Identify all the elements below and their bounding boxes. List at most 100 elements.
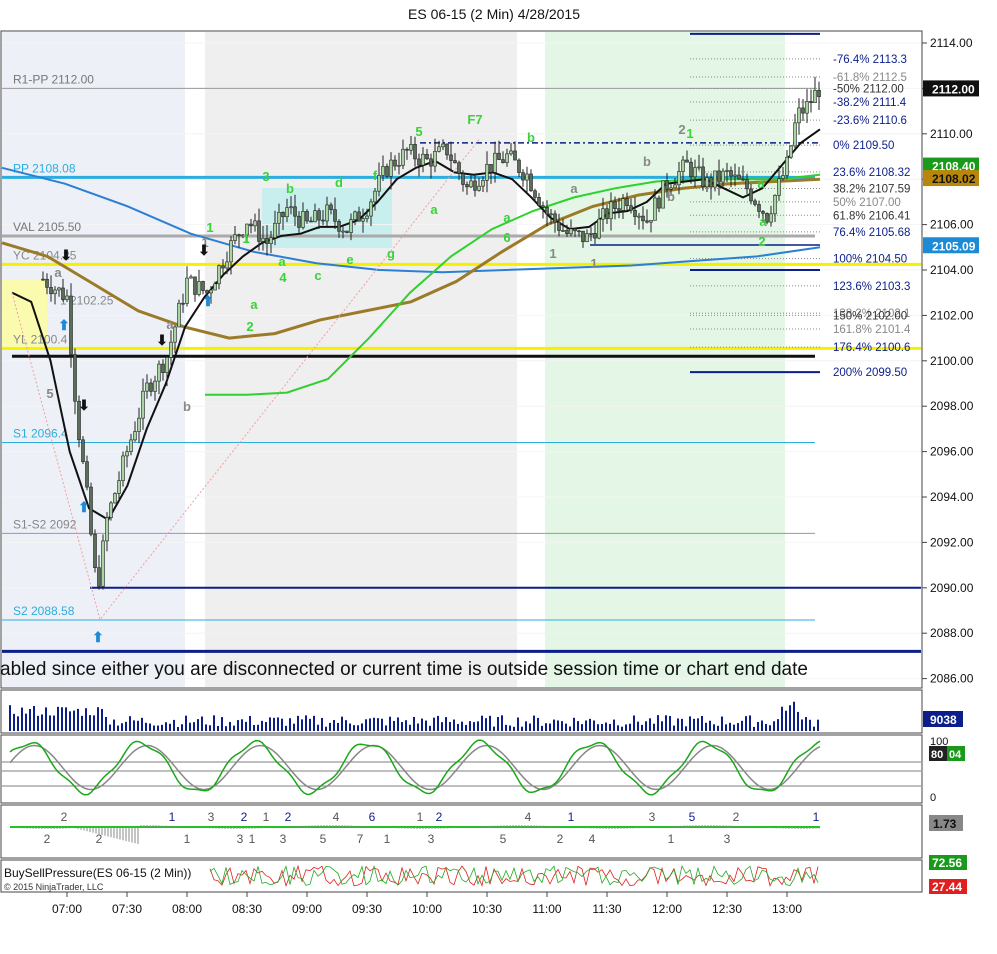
candle-down (449, 154, 453, 161)
candle-up (369, 201, 373, 217)
volume-tag: 9038 (930, 713, 957, 727)
candle-up (101, 540, 105, 587)
candle-up (185, 277, 189, 304)
candle-down (193, 276, 197, 295)
candle-down (617, 208, 621, 211)
candle-down (321, 219, 325, 222)
candle-down (529, 173, 533, 192)
candle-up (677, 171, 681, 186)
candle-down (573, 228, 577, 232)
candle-down (685, 159, 689, 163)
momentum-label-below: 4 (589, 832, 596, 846)
candle-down (257, 220, 261, 242)
wave-label-gray: 2 (678, 122, 685, 137)
candle-up (653, 197, 657, 221)
candle-down (577, 230, 581, 233)
candle-down (641, 215, 645, 222)
candle-up (173, 326, 177, 343)
candle-down (729, 170, 733, 177)
candle-down (69, 295, 73, 355)
candle-down (93, 533, 97, 568)
candle-down (97, 567, 101, 587)
candle-up (733, 174, 737, 177)
fib-label: -38.2% 2111.4 (833, 97, 907, 109)
time-tick-label: 09:00 (292, 902, 322, 916)
price-tick-label: 2098.00 (930, 399, 974, 413)
wave-label-green: a (759, 214, 767, 229)
fib-label: 123.6% 2103.3 (833, 281, 910, 293)
candle-up (289, 206, 293, 209)
wave-label-green: a (503, 210, 511, 225)
candle-down (553, 213, 557, 223)
candle-down (85, 461, 89, 488)
candle-up (349, 219, 353, 233)
candle-up (141, 390, 145, 419)
momentum-label-below: 2 (557, 832, 564, 846)
candle-down (625, 198, 629, 207)
candle-down (445, 143, 449, 156)
candle-up (505, 153, 509, 163)
fib-label: 200% 2099.50 (833, 367, 907, 379)
candle-down (453, 160, 457, 164)
fib-label: 100% 2104.50 (833, 254, 907, 266)
wave-label-green: 6 (503, 230, 510, 245)
candle-down (293, 206, 297, 217)
wave-label-gray: a (570, 181, 578, 196)
fib-label: 176.4% 2100.6 (833, 342, 910, 354)
candle-down (181, 302, 185, 305)
candle-down (281, 212, 285, 218)
candle-up (269, 237, 273, 244)
momentum-label-below: 3 (428, 832, 435, 846)
candle-down (489, 164, 493, 173)
wave-label-green: c (314, 268, 321, 283)
wave-label-green: b (286, 181, 294, 196)
candle-up (113, 493, 117, 504)
momentum-label-above: 5 (689, 810, 696, 824)
candle-up (325, 204, 329, 222)
candle-up (401, 148, 405, 166)
up-arrow-icon: ⬆ (92, 629, 104, 645)
candle-up (805, 101, 809, 114)
time-tick-label: 10:00 (412, 902, 442, 916)
candle-down (633, 209, 637, 217)
time-tick-label: 07:00 (52, 902, 82, 916)
candle-up (373, 190, 377, 203)
candle-down (517, 159, 521, 173)
price-tick-label: 2096.00 (930, 445, 974, 459)
wave-label-gray: b (183, 399, 191, 414)
momentum-panel[interactable] (0, 804, 923, 859)
candle-down (249, 223, 253, 227)
candle-down (541, 205, 545, 208)
time-tick-label: 08:00 (172, 902, 202, 916)
candle-down (801, 107, 805, 114)
fib-label: 161.8% 2101.4 (833, 324, 911, 336)
wave-label-green: 1 (242, 231, 249, 246)
candle-up (157, 363, 161, 382)
fib-label: -61.8% 2112.5 (833, 72, 907, 84)
candle-down (657, 197, 661, 209)
fib-label: -76.4% 2113.3 (833, 54, 907, 66)
candle-down (45, 278, 49, 288)
candle-down (221, 265, 225, 269)
momentum-label-above: 1 (417, 810, 424, 824)
candle-up (621, 198, 625, 211)
candle-down (473, 180, 477, 191)
candle-down (237, 234, 241, 236)
price-tick-label: 2090.00 (930, 581, 974, 595)
candle-down (149, 382, 153, 392)
candle-up (109, 502, 113, 518)
momentum-tag: 1.73 (933, 817, 957, 831)
price-axis: 2114.002112.002110.002108.002106.002104.… (921, 31, 979, 688)
fib-label: 50% 2107.00 (833, 197, 901, 209)
candle-down (645, 220, 649, 223)
time-axis: 07:00 07:30 08:00 08:30 09:00 09:30 10:00 10:30… (52, 892, 802, 916)
chart-title: ES 06-15 (2 Min) 4/28/2015 (408, 6, 580, 22)
candle-up (785, 156, 789, 176)
wave-label-green: g (387, 246, 395, 261)
candle-up (661, 180, 665, 209)
candle-up (477, 185, 481, 191)
candle-down (521, 172, 525, 181)
copyright-text: © 2015 NinjaTrader, LLC (4, 882, 104, 892)
chart-window: ES 06-15 (2 Min) 4/28/2015 R1-PP 2112.00… (0, 0, 997, 949)
stochastic-panel[interactable] (0, 734, 923, 804)
